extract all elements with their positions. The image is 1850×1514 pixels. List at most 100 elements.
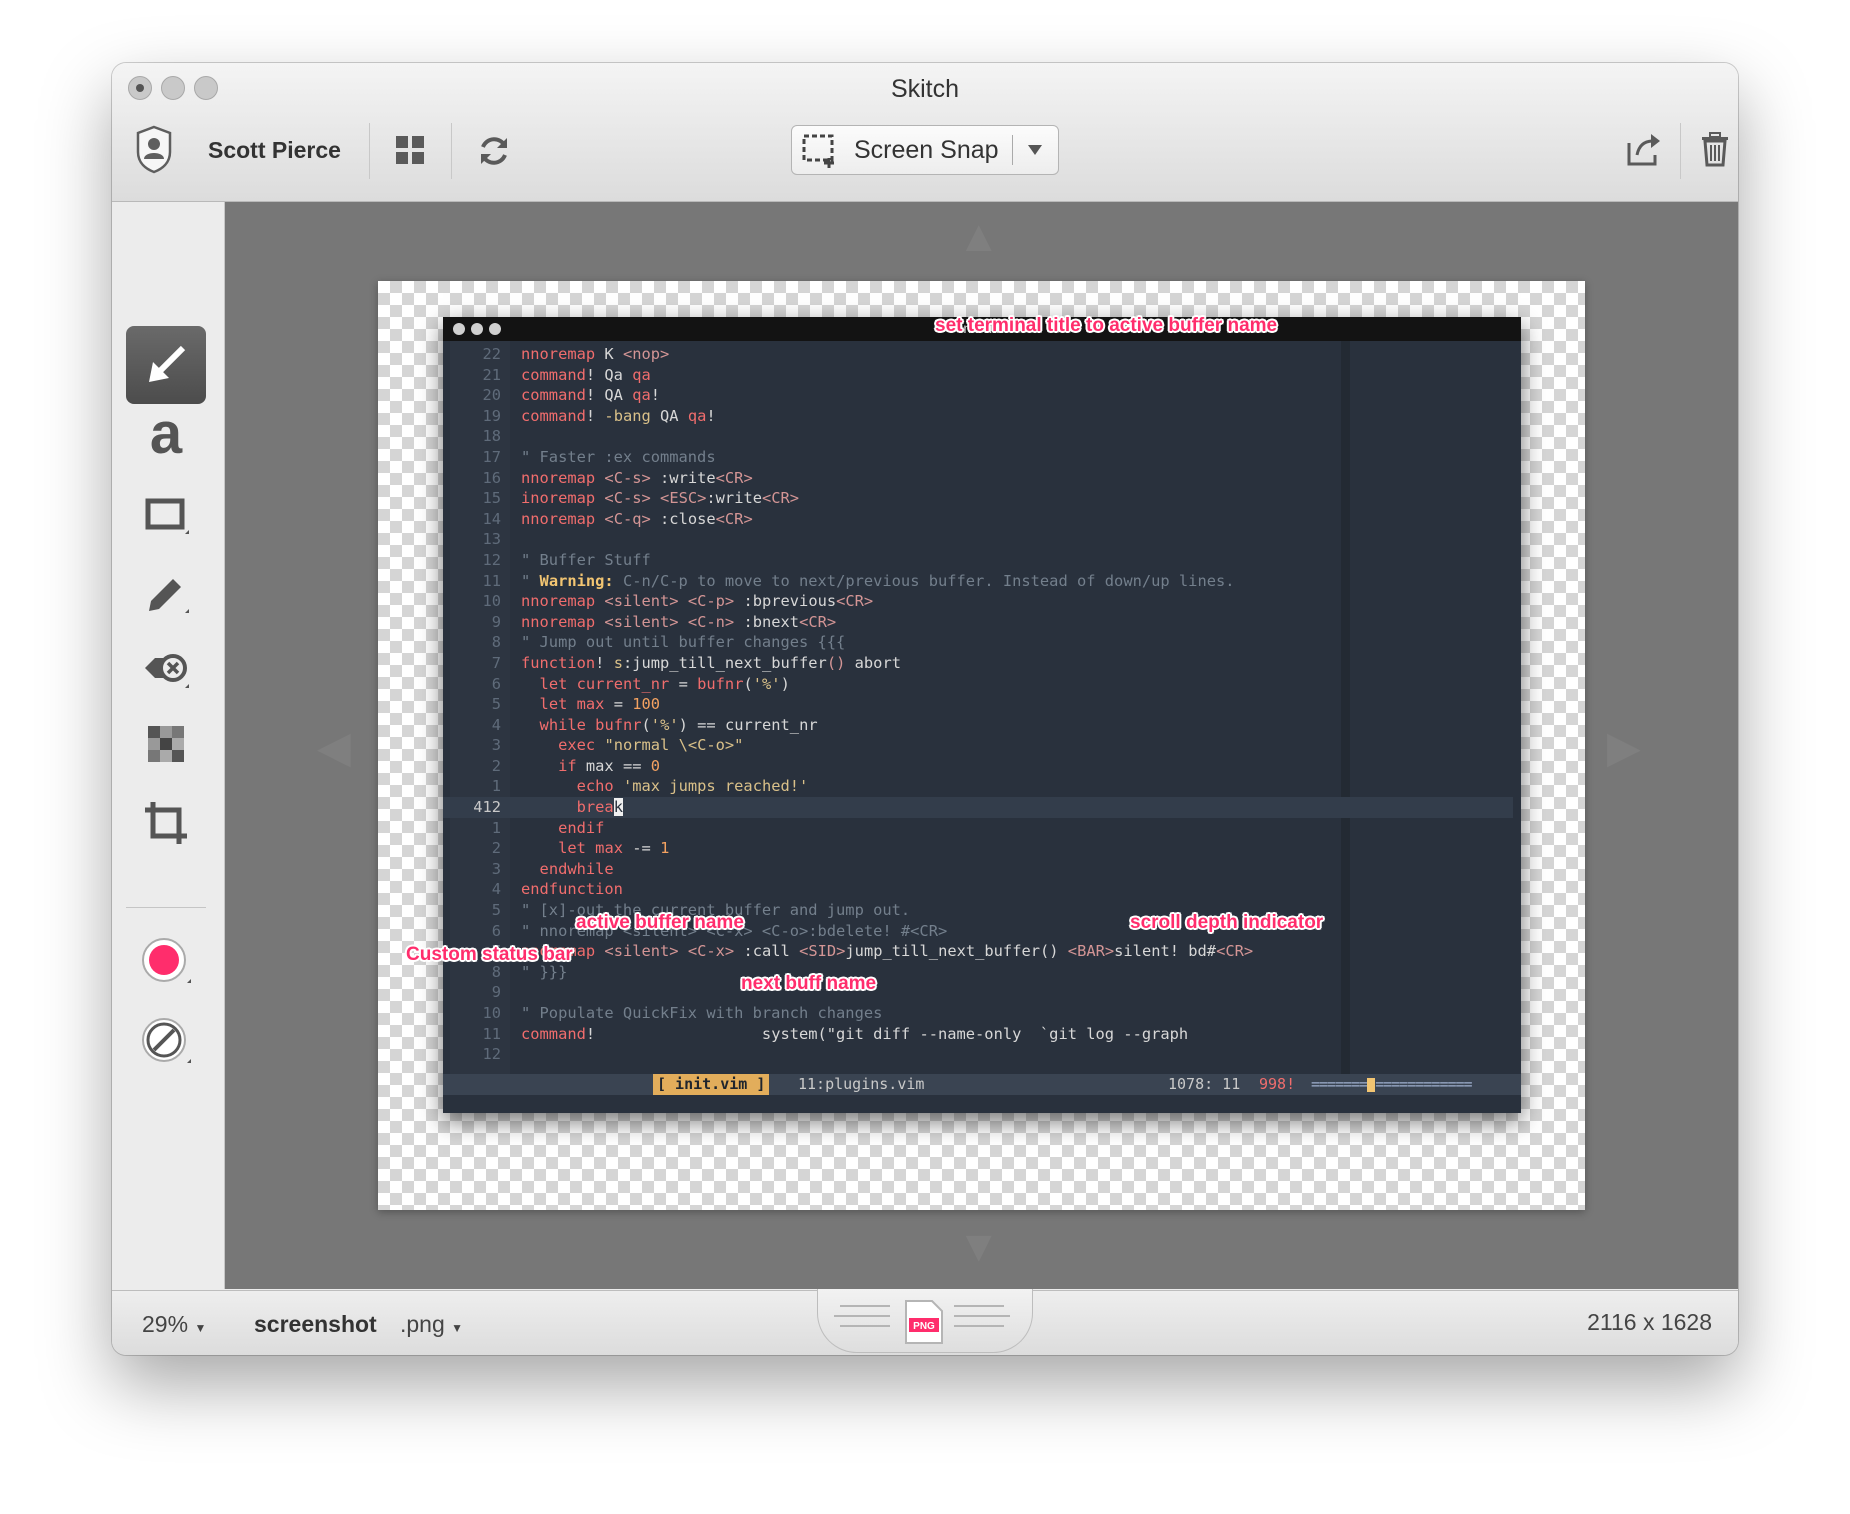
- chevron-down-icon[interactable]: [1020, 138, 1050, 162]
- line-number: 3: [491, 736, 501, 755]
- screenshot-image[interactable]: init.vim 22 nnoremap K <nop> 21 command! Qa…: [378, 281, 1585, 1210]
- code-line: 11 command! system("git diff --name-only …: [443, 1024, 1513, 1045]
- toolbar-divider: [369, 123, 370, 179]
- code-text: let max = 100: [539, 695, 661, 714]
- code-line: 4 while bufnr('%') == current_nr: [443, 715, 1513, 736]
- text-tool-icon: a: [149, 401, 183, 466]
- code-text: if max == 0: [558, 756, 661, 775]
- annotation-terminal-title: set terminal title to active buffer name: [935, 315, 1278, 336]
- refresh-icon[interactable]: [474, 131, 514, 171]
- scroll-depth-indicator: ======= ============: [1311, 1074, 1473, 1095]
- line-number: 2: [491, 756, 501, 775]
- code-text: command! QA qa!: [521, 386, 661, 405]
- code-text: " Buffer Stuff: [521, 550, 651, 569]
- code-text: command! system("git diff --name-only `g…: [521, 1024, 1189, 1043]
- screen-snap-button[interactable]: Screen Snap: [791, 125, 1059, 175]
- line-number: 11: [482, 571, 501, 590]
- code-line: 3 exec "normal \<C-o>": [443, 735, 1513, 756]
- zoom-level[interactable]: 29% ▼: [142, 1311, 206, 1338]
- line-number: 5: [491, 901, 501, 920]
- code-text: let max -= 1: [558, 839, 670, 858]
- code-line: 20 command! QA qa!: [443, 385, 1513, 406]
- bottom-bar: 29% ▼ screenshot .png ▼ PNG 2116 x 1628: [112, 1289, 1738, 1355]
- code-line: 8 " Jump out until buffer changes {{{: [443, 632, 1513, 653]
- line-number: 5: [491, 695, 501, 714]
- code-text: command! -bang QA qa!: [521, 406, 716, 425]
- code-line: 13: [443, 529, 1513, 550]
- code-text: command! Qa qa: [521, 365, 651, 384]
- previous-arrow-icon: ◀: [317, 723, 351, 772]
- code-line: 12 " Buffer Stuff: [443, 550, 1513, 571]
- svg-text:PNG: PNG: [913, 1321, 935, 1332]
- scroll-up-arrow-icon: ▲: [957, 212, 1001, 261]
- grid-icon[interactable]: [393, 133, 427, 167]
- line-number: 17: [482, 447, 501, 466]
- code-text: inoremap <C-s> <ESC>:write<CR>: [521, 489, 800, 508]
- canvas-area: ▲ ▼ ◀ ▶ init.vim 22 nnoremap K <nop> 21 com…: [225, 202, 1738, 1289]
- eraser-tool[interactable]: [126, 630, 206, 708]
- line-number: 6: [491, 674, 501, 693]
- line-number: 11: [482, 1024, 501, 1043]
- line-number: 22: [482, 345, 501, 363]
- code-text: nnoremap <silent> <C-p> :bprevious<CR>: [521, 592, 874, 611]
- scroll-track-before: =======: [1311, 1075, 1368, 1093]
- stroke-width[interactable]: [126, 1003, 206, 1081]
- color-picker[interactable]: [126, 923, 206, 1001]
- next-arrow-icon: ▶: [1607, 723, 1641, 772]
- code-text: nnoremap <silent> <C-x> :call <SID>jump_…: [521, 942, 1254, 961]
- code-text: let current_nr = bufnr('%'): [539, 674, 790, 693]
- annotation-scroll-depth: scroll depth indicator: [1130, 912, 1324, 933]
- line-number: 4: [491, 880, 501, 899]
- user-badge-icon[interactable]: [134, 121, 174, 177]
- code-line: 11 " Warning: C-n/C-p to move to next/pre…: [443, 571, 1513, 592]
- tool-divider: [126, 907, 206, 908]
- next-buffer-name: 11:plugins.vim: [798, 1075, 925, 1093]
- pen-tool[interactable]: [126, 555, 206, 633]
- line-count: 998!: [1259, 1075, 1296, 1093]
- share-icon[interactable]: [1624, 129, 1664, 169]
- line-number: 20: [482, 386, 501, 405]
- annotation-next-buffer: next buff name: [741, 973, 877, 994]
- terminal-window: init.vim 22 nnoremap K <nop> 21 command! Qa…: [443, 317, 1521, 1113]
- line-number: 21: [482, 365, 501, 384]
- line-number: 412: [473, 798, 501, 817]
- code-line: 18: [443, 426, 1513, 447]
- code-line: 8 " }}}: [443, 962, 1513, 983]
- crop-tool[interactable]: [126, 784, 206, 862]
- rectangle-tool[interactable]: [126, 476, 206, 554]
- drag-handle[interactable]: PNG: [817, 1289, 1033, 1353]
- file-format-select[interactable]: .png ▼: [400, 1311, 463, 1338]
- line-number: 7: [491, 653, 501, 672]
- code-line: 2 if max == 0: [443, 756, 1513, 777]
- scroll-down-arrow-icon: ▼: [957, 1222, 1001, 1271]
- code-line: 3 endwhile: [443, 859, 1513, 880]
- line-number: 1: [491, 777, 501, 796]
- arrow-tool[interactable]: [126, 326, 206, 404]
- code-line: 2 let max -= 1: [443, 838, 1513, 859]
- text-tool[interactable]: a: [126, 400, 206, 478]
- code-line: 6 let current_nr = bufnr('%'): [443, 674, 1513, 695]
- line-number: 9: [491, 612, 501, 631]
- pixelate-tool[interactable]: [126, 705, 206, 783]
- line-number: 9: [491, 983, 501, 1002]
- line-number: 8: [491, 633, 501, 652]
- line-number: 15: [482, 489, 501, 508]
- code-text: nnoremap K <nop>: [521, 345, 670, 363]
- scroll-track-after: ============: [1375, 1075, 1472, 1093]
- file-name[interactable]: screenshot: [254, 1311, 377, 1338]
- user-name[interactable]: Scott Pierce: [208, 137, 341, 164]
- code-text: nnoremap <C-q> :close<CR>: [521, 509, 753, 528]
- code-line: 15 inoremap <C-s> <ESC>:write<CR>: [443, 488, 1513, 509]
- line-number: 10: [482, 592, 501, 611]
- current-code-line: 412 break: [443, 797, 1513, 818]
- code-text: endfunction: [521, 880, 623, 899]
- code-text: endwhile: [539, 859, 614, 878]
- code-line: 9: [443, 982, 1513, 1003]
- code-editor[interactable]: 22 nnoremap K <nop> 21 command! Qa qa 20 comm…: [443, 344, 1513, 1065]
- code-text: nnoremap <silent> <C-n> :bnext<CR>: [521, 612, 837, 631]
- line-number: 19: [482, 406, 501, 425]
- screen-snap-label: Screen Snap: [854, 136, 999, 164]
- code-line: 12: [443, 1044, 1513, 1065]
- trash-icon[interactable]: [1695, 129, 1735, 169]
- code-line: 10 nnoremap <silent> <C-p> :bprevious<CR>: [443, 591, 1513, 612]
